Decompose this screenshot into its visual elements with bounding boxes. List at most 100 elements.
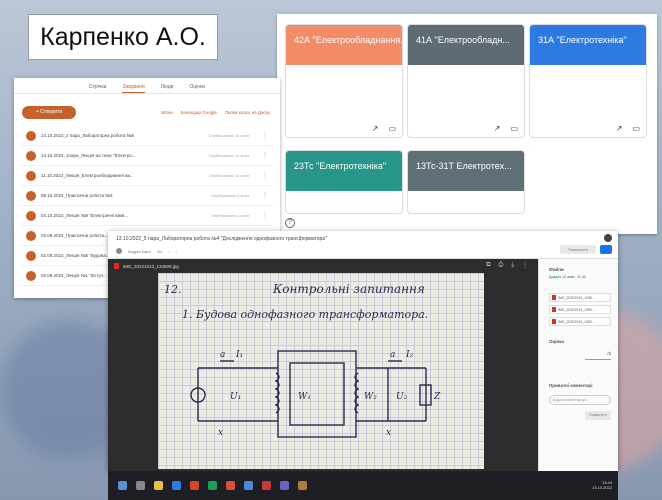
circuit-label: Z: [433, 392, 441, 402]
course-title: 41А "Електрообладн...: [416, 35, 510, 45]
assignment-date: Опубліковано 14 жовт.: [208, 133, 250, 138]
attachment-chip[interactable]: IMG_20221013_1345...: [549, 293, 611, 302]
circuit-label: a: [220, 350, 225, 360]
course-title: 23Тс "Електротехніка": [294, 161, 387, 171]
tab-stream[interactable]: Стрічка: [89, 84, 106, 93]
assignment-title: 14.10.2022_1пара_Лекція на тему "Електро…: [41, 153, 136, 158]
circuit-label: a: [390, 350, 395, 360]
course-card[interactable]: 31А "Електротехніка" ↗ ▭: [529, 24, 647, 138]
sketch-title: Контрольні запитання: [272, 282, 425, 296]
account-avatar[interactable]: [604, 234, 612, 242]
open-external-icon[interactable]: ⧉: [486, 262, 490, 269]
chrome-icon[interactable]: [226, 481, 235, 490]
course-title: 13Тс-31Т Електротех...: [416, 161, 512, 171]
word-icon[interactable]: [172, 481, 181, 490]
print-icon[interactable]: ⎙: [499, 262, 504, 269]
chevron-left-icon[interactable]: ‹: [168, 249, 169, 254]
app-icon[interactable]: [262, 481, 271, 490]
turned-in-status: Додано 13 жовт., 11:44: [549, 275, 586, 279]
classwork-toolbar: Мітки Календар Google Папка класу на Дис…: [161, 110, 270, 115]
assignment-title: 11.10.2022_Лекція_Електрообладнання ви..…: [41, 173, 134, 178]
more-vert-icon[interactable]: ⋮: [522, 262, 528, 269]
course-title: 42А "Електрообладнання...: [294, 35, 402, 45]
grade-input[interactable]: /5: [585, 351, 611, 360]
calendar-link[interactable]: Календар Google: [181, 110, 217, 115]
folder-icon[interactable]: [154, 481, 163, 490]
handwritten-sheet: 12. Контрольні запитання 1. Будова одноф…: [158, 273, 484, 469]
circuit-label: x: [386, 428, 391, 438]
assignment-title: 08.10.2022_Практична робота №3: [41, 193, 113, 198]
system-tray[interactable]: 13:44 13.10.2022: [592, 480, 612, 490]
return-button[interactable]: Повернути: [585, 411, 611, 420]
classroom-courses-window: 42А "Електрообладнання... ↗ ▭ 41А "Електр…: [277, 14, 657, 234]
viewer-toolbar: IMG_20221013_134509.jpg: [108, 259, 538, 273]
assignment-icon: [26, 250, 36, 261]
create-button[interactable]: + Створити: [22, 106, 76, 119]
course-card[interactable]: 41А "Електрообладн... ↗ ▭: [407, 24, 525, 138]
windows-taskbar: 13:44 13.10.2022: [108, 471, 618, 500]
clock-date: 13.10.2022: [591, 485, 612, 490]
help-icon[interactable]: ?: [285, 218, 295, 228]
more-vert-icon[interactable]: ⋮: [262, 212, 268, 219]
app-icon[interactable]: [298, 481, 307, 490]
return-button[interactable]: Повернути: [560, 245, 596, 254]
download-icon[interactable]: ⤓: [511, 262, 514, 269]
tab-grades[interactable]: Оцінки: [189, 84, 205, 93]
assignment-icon: [26, 210, 36, 221]
attachment-chip[interactable]: IMG_20221013_1350...: [549, 305, 611, 314]
list-item[interactable]: 14.10.2022_2 пара_Лабораторна робота №5 О…: [20, 126, 274, 146]
labels-link[interactable]: Мітки: [161, 110, 172, 115]
attachment-chip[interactable]: IMG_20221013_1352...: [549, 317, 611, 326]
trend-icon[interactable]: ↗: [616, 124, 623, 133]
image-file-icon: [552, 307, 556, 312]
trend-icon[interactable]: ↗: [494, 124, 501, 133]
circuit-label: U₁: [230, 392, 241, 402]
app-icon[interactable]: [244, 481, 253, 490]
viewer-tools: ⧉ ⎙ ⤓ ⋮: [486, 262, 528, 269]
image-file-icon: [114, 263, 119, 269]
circuit-label: I₁: [235, 350, 243, 360]
comment-input[interactable]: Додати коментар до...: [549, 395, 611, 405]
assignment-title: 04.10.2022_Лекція №9 "Електричні вимі...: [41, 213, 128, 218]
powerpoint-icon[interactable]: [190, 481, 199, 490]
tab-people[interactable]: Люди: [161, 84, 174, 93]
course-card[interactable]: 42А "Електрообладнання... ↗ ▭: [285, 24, 403, 138]
image-file-icon: [552, 295, 556, 300]
course-card-header: 41А "Електрообладн...: [408, 25, 524, 65]
course-title: 31А "Електротехніка": [538, 35, 627, 45]
excel-icon[interactable]: [208, 481, 217, 490]
list-item[interactable]: 04.10.2022_Лекція №9 "Електричні вимі...…: [20, 206, 274, 226]
tab-classwork[interactable]: Завдання: [122, 84, 145, 93]
folder-icon[interactable]: ▭: [510, 124, 518, 133]
assignment-title: 14.10.2022_2 пара_Лабораторна робота №5: [41, 133, 135, 138]
more-vert-icon[interactable]: ⋮: [262, 132, 268, 139]
circuit-sketch: 12. Контрольні запитання 1. Будова одноф…: [164, 282, 441, 438]
drive-folder-link[interactable]: Папка класу на Диску: [225, 110, 270, 115]
assignment-date: Опубліковано 4 жовт.: [210, 213, 250, 218]
list-item[interactable]: 11.10.2022_Лекція_Електрообладнання ви..…: [20, 166, 274, 186]
assignment-icon: [26, 130, 36, 141]
assignment-date: Опубліковано 8 жовт.: [210, 193, 250, 198]
viewer-header: 13.10.2022_5 пара_Лабораторна робота №4 …: [108, 231, 618, 259]
folder-icon[interactable]: ▭: [632, 124, 640, 133]
circuit-label: U₂: [396, 392, 408, 402]
submission-viewer-window: 13.10.2022_5 пара_Лабораторна робота №4 …: [108, 231, 618, 471]
share-button[interactable]: [600, 245, 612, 254]
start-icon[interactable]: [118, 481, 127, 490]
more-vert-icon[interactable]: ⋮: [262, 172, 268, 179]
course-card-header: 42А "Електрообладнання...: [286, 25, 402, 65]
student-meta: Андрій Карп 4/4 ‹ ›: [116, 248, 177, 254]
chevron-right-icon[interactable]: ›: [176, 249, 177, 254]
assignment-icon: [26, 150, 36, 161]
course-card[interactable]: 13Тс-31Т Електротех...: [407, 150, 525, 214]
list-item[interactable]: 14.10.2022_1пара_Лекція на тему "Електро…: [20, 146, 274, 166]
more-vert-icon[interactable]: ⋮: [262, 152, 268, 159]
list-item[interactable]: 08.10.2022_Практична робота №3 Опублікова…: [20, 186, 274, 206]
folder-icon[interactable]: ▭: [388, 124, 396, 133]
trend-icon[interactable]: ↗: [372, 124, 379, 133]
app-icon[interactable]: [280, 481, 289, 490]
course-card[interactable]: 23Тс "Електротехніка": [285, 150, 403, 214]
more-vert-icon[interactable]: ⋮: [262, 192, 268, 199]
search-icon[interactable]: [136, 481, 145, 490]
file-name: IMG_20221013_134509.jpg: [123, 263, 179, 269]
